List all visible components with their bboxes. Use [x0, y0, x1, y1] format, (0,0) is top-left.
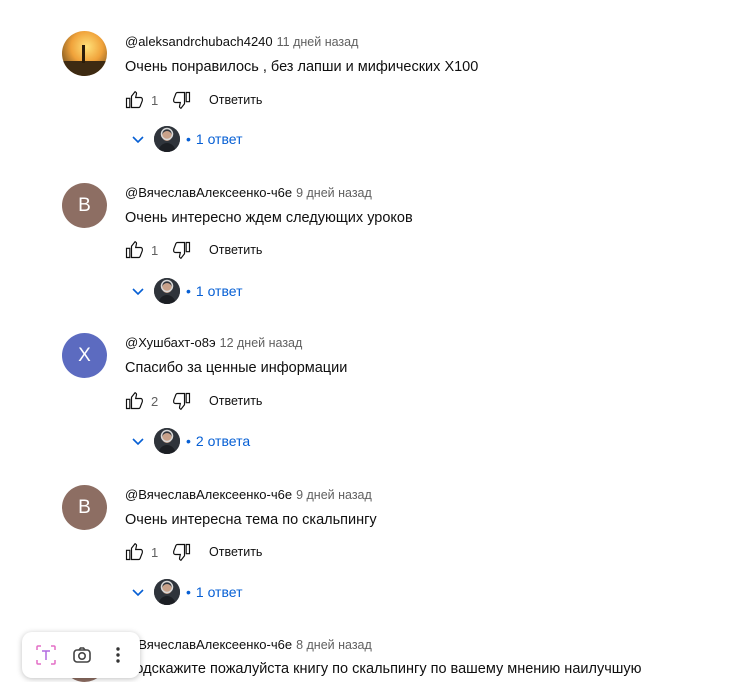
thumbs-down-icon[interactable] — [171, 390, 193, 412]
chevron-down-icon — [128, 582, 148, 602]
comment-author[interactable]: @Хушбахт-о8э — [125, 335, 216, 350]
lens-search-icon[interactable] — [64, 637, 100, 673]
avatar-photo — [62, 31, 107, 76]
like-count: 1 — [151, 242, 159, 258]
view-replies-button[interactable]: • 1 ответ — [128, 125, 243, 153]
floating-toolbar — [22, 632, 140, 678]
comment-actions: 1 Ответить — [123, 88, 262, 112]
like-count: 2 — [151, 393, 159, 409]
comment-text: Очень интересна тема по скальпингу — [125, 512, 377, 528]
comment-meta: @ВячеславАлексеенко-ч6е 8 дней назад — [125, 637, 372, 652]
comment-meta: @aleksandrchubach4240 11 дней назад — [125, 34, 358, 49]
comment-text: Спасибо за ценные информации — [125, 360, 348, 376]
reply-button[interactable]: Ответить — [209, 545, 262, 559]
creator-avatar — [154, 428, 180, 454]
comment-text: Очень понравилось , без лапши и мифическ… — [125, 59, 479, 75]
reply-button[interactable]: Ответить — [209, 93, 262, 107]
replies-count: 2 ответа — [195, 433, 251, 449]
creator-avatar — [154, 126, 180, 152]
separator-dot: • — [186, 131, 191, 147]
avatar[interactable]: Х — [62, 333, 107, 378]
replies-count: 1 ответ — [195, 584, 243, 600]
chevron-down-icon — [128, 431, 148, 451]
chevron-down-icon — [128, 129, 148, 149]
comment-meta: @ВячеславАлексеенко-ч6е 9 дней назад — [125, 487, 372, 502]
comment-meta: @ВячеславАлексеенко-ч6е 9 дней назад — [125, 185, 372, 200]
reply-button[interactable]: Ответить — [209, 394, 262, 408]
comment-time[interactable]: 9 дней назад — [296, 186, 372, 200]
replies-count: 1 ответ — [195, 283, 243, 299]
comment-actions: 2 Ответить — [123, 389, 262, 413]
chevron-down-icon — [128, 281, 148, 301]
reply-button[interactable]: Ответить — [209, 243, 262, 257]
avatar[interactable]: В — [62, 485, 107, 530]
thumbs-up-icon[interactable] — [123, 239, 145, 261]
comment-meta: @Хушбахт-о8э 12 дней назад — [125, 335, 302, 350]
comment-time[interactable]: 11 дней назад — [277, 35, 359, 49]
avatar[interactable] — [62, 31, 107, 76]
view-replies-button[interactable]: • 2 ответа — [128, 427, 250, 455]
comment-author[interactable]: @aleksandrchubach4240 — [125, 34, 273, 49]
like-count: 1 — [151, 544, 159, 560]
thumbs-up-icon[interactable] — [123, 89, 145, 111]
comment-actions: 1 Ответить — [123, 540, 262, 564]
thumbs-up-icon[interactable] — [123, 541, 145, 563]
like-count: 1 — [151, 92, 159, 108]
comment-author[interactable]: @ВячеславАлексеенко-ч6е — [125, 185, 292, 200]
replies-count: 1 ответ — [195, 131, 243, 147]
thumbs-up-icon[interactable] — [123, 390, 145, 412]
avatar-letter: В — [78, 194, 91, 216]
thumbs-down-icon[interactable] — [171, 89, 193, 111]
view-replies-button[interactable]: • 1 ответ — [128, 578, 243, 606]
comment-author[interactable]: @ВячеславАлексеенко-ч6е — [125, 487, 292, 502]
separator-dot: • — [186, 283, 191, 299]
thumbs-down-icon[interactable] — [171, 239, 193, 261]
avatar-letter: В — [78, 496, 91, 518]
creator-avatar — [154, 278, 180, 304]
comment-actions: 1 Ответить — [123, 238, 262, 262]
comment-author[interactable]: @ВячеславАлексеенко-ч6е — [125, 637, 292, 652]
more-vert-icon[interactable] — [100, 637, 136, 673]
text-recognition-icon[interactable] — [28, 637, 64, 673]
comment-text: Подскажите пожалуйста книгу по скальпинг… — [125, 661, 642, 677]
comment-time[interactable]: 8 дней назад — [296, 638, 372, 652]
creator-avatar — [154, 579, 180, 605]
avatar-letter: Х — [78, 344, 91, 366]
separator-dot: • — [186, 584, 191, 600]
avatar[interactable]: В — [62, 183, 107, 228]
thumbs-down-icon[interactable] — [171, 541, 193, 563]
comment-time[interactable]: 12 дней назад — [220, 336, 303, 350]
comment-text: Очень интересно ждем следующих уроков — [125, 210, 413, 226]
view-replies-button[interactable]: • 1 ответ — [128, 277, 243, 305]
separator-dot: • — [186, 433, 191, 449]
comment-time[interactable]: 9 дней назад — [296, 488, 372, 502]
